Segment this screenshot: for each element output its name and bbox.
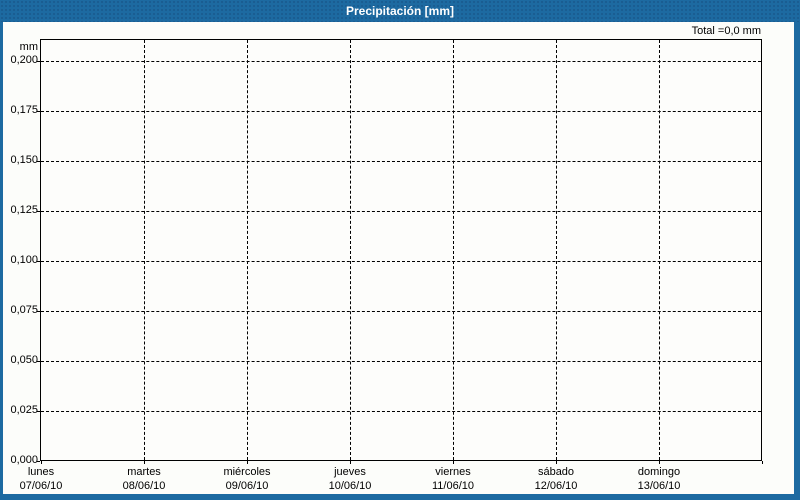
gridline-vertical [350, 40, 351, 460]
x-tick-date-label: 13/06/10 [637, 480, 681, 492]
x-tick-day-label: sábado [537, 466, 575, 478]
chart-content: Total =0,0 mm mm 0,200 0,175 0,150 0,125 0,1… [3, 22, 794, 494]
y-tick-label: 0,100 [10, 254, 38, 266]
gridline-horizontal [41, 61, 761, 62]
x-axis-tick [659, 461, 660, 464]
y-tick-label: 0,025 [10, 404, 38, 416]
x-tick-day-label: lunes [27, 466, 55, 478]
y-tick-label: 0,075 [10, 304, 38, 316]
x-tick-day-label: jueves [334, 466, 366, 478]
gridline-horizontal [41, 211, 761, 212]
x-axis-tick [556, 461, 557, 464]
x-tick-day-label: martes [127, 466, 161, 478]
x-axis-tick [41, 461, 42, 464]
chart-window: Precipitación [mm] Total =0,0 mm mm 0,20… [0, 0, 800, 500]
x-axis-tick [350, 461, 351, 464]
x-tick-day-label: viernes [435, 466, 471, 478]
y-axis-tick [37, 161, 40, 162]
title-bar: Precipitación [mm] [0, 0, 800, 22]
x-tick-date-label: 09/06/10 [225, 480, 269, 492]
gridline-vertical [247, 40, 248, 460]
y-axis-tick [37, 411, 40, 412]
gridline-horizontal [41, 111, 761, 112]
plot-area [40, 39, 762, 461]
gridline-horizontal [41, 261, 761, 262]
x-tick-day-label: domingo [637, 466, 681, 478]
x-tick-date-label: 11/06/10 [431, 480, 474, 492]
gridline-vertical [453, 40, 454, 460]
y-axis-tick [37, 461, 40, 462]
total-label: Total =0,0 mm [691, 25, 761, 37]
y-axis-tick [37, 311, 40, 312]
x-axis-tick [247, 461, 248, 464]
y-tick-label: 0,125 [10, 204, 38, 216]
y-tick-label: 0,200 [10, 54, 38, 66]
gridline-horizontal [41, 311, 761, 312]
gridline-vertical [144, 40, 145, 460]
y-axis-unit-label: mm [19, 41, 38, 53]
y-tick-label: 0,150 [10, 154, 38, 166]
y-axis-tick [37, 361, 40, 362]
y-axis-tick [37, 211, 40, 212]
y-tick-label: 0,175 [10, 104, 38, 116]
y-axis-tick [37, 61, 40, 62]
gridline-horizontal [41, 411, 761, 412]
chart-title: Precipitación [mm] [345, 4, 455, 18]
x-tick-date-label: 07/06/10 [19, 480, 63, 492]
gridline-horizontal [41, 361, 761, 362]
y-tick-label: 0,050 [10, 354, 38, 366]
y-axis-tick [37, 111, 40, 112]
x-axis-tick [144, 461, 145, 464]
x-axis-tick [762, 461, 763, 464]
x-axis-tick [453, 461, 454, 464]
gridline-horizontal [41, 161, 761, 162]
x-tick-date-label: 10/06/10 [328, 480, 372, 492]
gridline-vertical [659, 40, 660, 460]
gridline-vertical [556, 40, 557, 460]
y-axis-tick [37, 261, 40, 262]
x-tick-date-label: 12/06/10 [534, 480, 578, 492]
x-tick-date-label: 08/06/10 [122, 480, 166, 492]
x-tick-day-label: miércoles [223, 466, 271, 478]
